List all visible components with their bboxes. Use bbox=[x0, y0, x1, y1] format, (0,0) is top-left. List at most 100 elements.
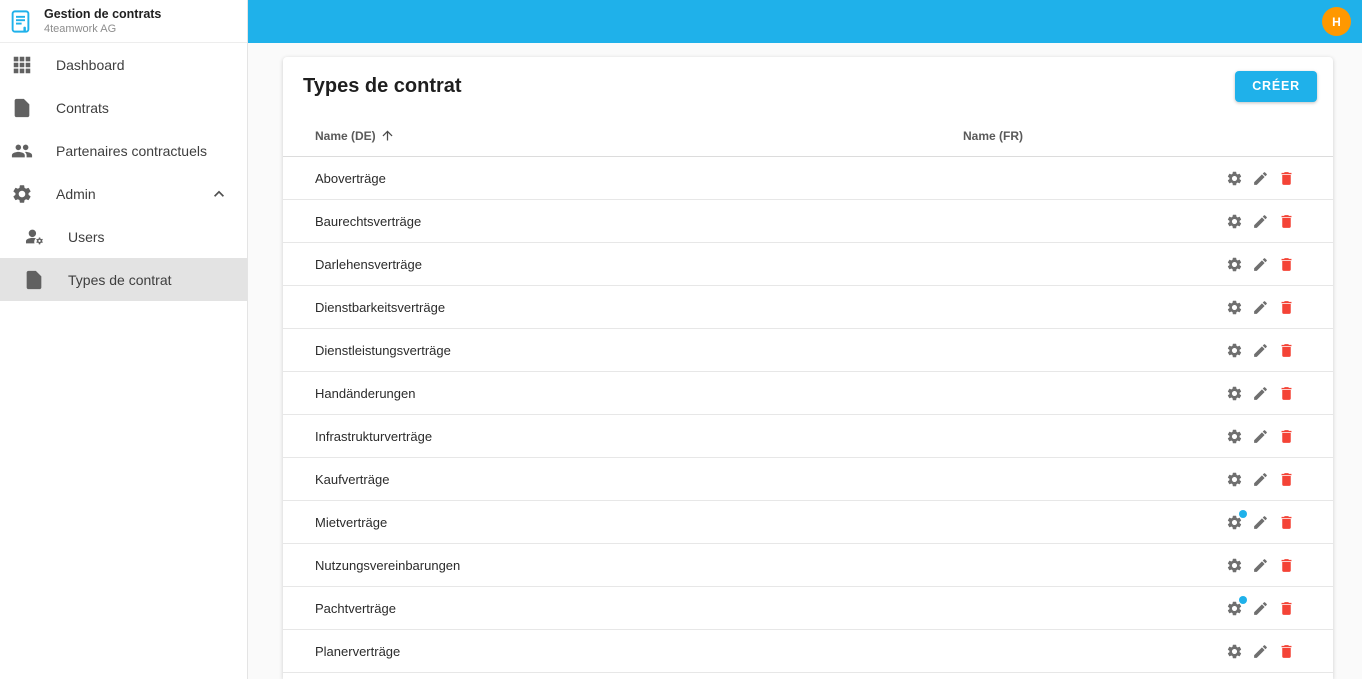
pencil-icon bbox=[1252, 514, 1269, 531]
row-edit-button[interactable] bbox=[1251, 599, 1270, 618]
row-settings-button[interactable] bbox=[1225, 384, 1244, 403]
row-settings-button[interactable] bbox=[1225, 341, 1244, 360]
column-header-name-de[interactable]: Name (DE) bbox=[315, 128, 963, 143]
row-edit-button[interactable] bbox=[1251, 384, 1270, 403]
sidebar-nav: Dashboard Contrats Partenaires contractu… bbox=[0, 43, 247, 301]
sidebar-item-users[interactable]: Users bbox=[0, 215, 247, 258]
topbar: H bbox=[248, 0, 1362, 43]
row-settings-button[interactable] bbox=[1225, 427, 1244, 446]
user-gear-icon bbox=[22, 226, 46, 248]
gear-icon bbox=[1226, 428, 1243, 445]
gear-icon bbox=[1226, 471, 1243, 488]
row-delete-button[interactable] bbox=[1277, 470, 1296, 489]
row-settings-button[interactable] bbox=[1225, 470, 1244, 489]
page-title: Types de contrat bbox=[303, 74, 462, 97]
row-edit-button[interactable] bbox=[1251, 169, 1270, 188]
row-edit-button[interactable] bbox=[1251, 513, 1270, 532]
chevron-up-icon[interactable] bbox=[209, 184, 229, 204]
delete-icon bbox=[1278, 514, 1295, 531]
sidebar-item-contrats[interactable]: Contrats bbox=[0, 86, 247, 129]
row-settings-button[interactable] bbox=[1225, 595, 1247, 618]
cell-name-de: Darlehensverträge bbox=[315, 256, 422, 272]
sidebar-item-dashboard[interactable]: Dashboard bbox=[0, 43, 247, 86]
cell-name-de: Nutzungsvereinbarungen bbox=[315, 557, 461, 573]
people-icon bbox=[10, 140, 34, 162]
row-edit-button[interactable] bbox=[1251, 255, 1270, 274]
row-actions bbox=[1225, 384, 1296, 403]
row-actions bbox=[1225, 556, 1296, 575]
pencil-icon bbox=[1252, 385, 1269, 402]
row-settings-button[interactable] bbox=[1225, 642, 1244, 661]
app-title-block: Gestion de contrats 4teamwork AG bbox=[44, 6, 161, 37]
app-subtitle: 4teamwork AG bbox=[44, 22, 117, 35]
row-edit-button[interactable] bbox=[1251, 341, 1270, 360]
row-actions bbox=[1225, 470, 1296, 489]
row-settings-button[interactable] bbox=[1225, 212, 1244, 231]
row-settings-button[interactable] bbox=[1225, 298, 1244, 317]
table-row: Aboverträge bbox=[283, 157, 1333, 200]
main-area: H Types de contrat CRÉER Name (DE) Name … bbox=[248, 0, 1362, 679]
sidebar-item-admin[interactable]: Admin bbox=[0, 172, 247, 215]
column-header-name-fr[interactable]: Name (FR) bbox=[963, 129, 1296, 143]
delete-icon bbox=[1278, 170, 1295, 187]
sidebar-item-types-de-contrat[interactable]: Types de contrat bbox=[0, 258, 247, 301]
row-edit-button[interactable] bbox=[1251, 642, 1270, 661]
cell-name-de: Kaufverträge bbox=[315, 471, 390, 487]
pencil-icon bbox=[1252, 428, 1269, 445]
gear-icon bbox=[1226, 299, 1243, 316]
sidebar-item-partenaires-contractuels[interactable]: Partenaires contractuels bbox=[0, 129, 247, 172]
cell-name-de: Aboverträge bbox=[315, 170, 386, 186]
pencil-icon bbox=[1252, 557, 1269, 574]
row-delete-button[interactable] bbox=[1277, 599, 1296, 618]
create-button[interactable]: CRÉER bbox=[1235, 70, 1317, 102]
table-row: Mietverträge bbox=[283, 501, 1333, 544]
row-delete-button[interactable] bbox=[1277, 513, 1296, 532]
sidebar-header: Gestion de contrats 4teamwork AG bbox=[0, 0, 247, 43]
row-delete-button[interactable] bbox=[1277, 384, 1296, 403]
card-header: Types de contrat CRÉER bbox=[283, 57, 1333, 115]
row-edit-button[interactable] bbox=[1251, 470, 1270, 489]
delete-icon bbox=[1278, 471, 1295, 488]
gear-icon bbox=[1226, 385, 1243, 402]
gear-icon bbox=[1226, 170, 1243, 187]
row-delete-button[interactable] bbox=[1277, 341, 1296, 360]
row-actions bbox=[1225, 212, 1296, 231]
row-settings-button[interactable] bbox=[1225, 169, 1244, 188]
delete-icon bbox=[1278, 385, 1295, 402]
table-row: Baurechtsverträge bbox=[283, 200, 1333, 243]
pencil-icon bbox=[1252, 471, 1269, 488]
gear-icon bbox=[1226, 557, 1243, 574]
row-settings-button[interactable] bbox=[1225, 255, 1244, 274]
cell-name-de: Infrastrukturverträge bbox=[315, 428, 433, 444]
row-edit-button[interactable] bbox=[1251, 298, 1270, 317]
contract-document-icon bbox=[7, 8, 34, 35]
row-delete-button[interactable] bbox=[1277, 169, 1296, 188]
delete-icon bbox=[1278, 213, 1295, 230]
delete-icon bbox=[1278, 600, 1295, 617]
row-delete-button[interactable] bbox=[1277, 642, 1296, 661]
row-edit-button[interactable] bbox=[1251, 212, 1270, 231]
row-edit-button[interactable] bbox=[1251, 556, 1270, 575]
row-delete-button[interactable] bbox=[1277, 556, 1296, 575]
pencil-icon bbox=[1252, 170, 1269, 187]
table-row: Nutzungsvereinbarungen bbox=[283, 544, 1333, 587]
row-actions bbox=[1225, 595, 1296, 618]
row-settings-button[interactable] bbox=[1225, 509, 1247, 532]
table-row: Infrastrukturverträge bbox=[283, 415, 1333, 458]
row-delete-button[interactable] bbox=[1277, 255, 1296, 274]
table-header: Name (DE) Name (FR) bbox=[283, 115, 1333, 157]
apps-icon bbox=[10, 54, 34, 76]
cell-name-de: Baurechtsverträge bbox=[315, 213, 422, 229]
row-delete-button[interactable] bbox=[1277, 427, 1296, 446]
pencil-icon bbox=[1252, 299, 1269, 316]
pencil-icon bbox=[1252, 600, 1269, 617]
row-settings-button[interactable] bbox=[1225, 556, 1244, 575]
avatar[interactable]: H bbox=[1322, 7, 1351, 36]
arrow-upward-icon bbox=[380, 128, 395, 143]
gear-icon bbox=[10, 183, 34, 205]
sidebar-item-label: Dashboard bbox=[56, 56, 125, 73]
row-delete-button[interactable] bbox=[1277, 298, 1296, 317]
row-edit-button[interactable] bbox=[1251, 427, 1270, 446]
row-delete-button[interactable] bbox=[1277, 212, 1296, 231]
row-actions bbox=[1225, 642, 1296, 661]
